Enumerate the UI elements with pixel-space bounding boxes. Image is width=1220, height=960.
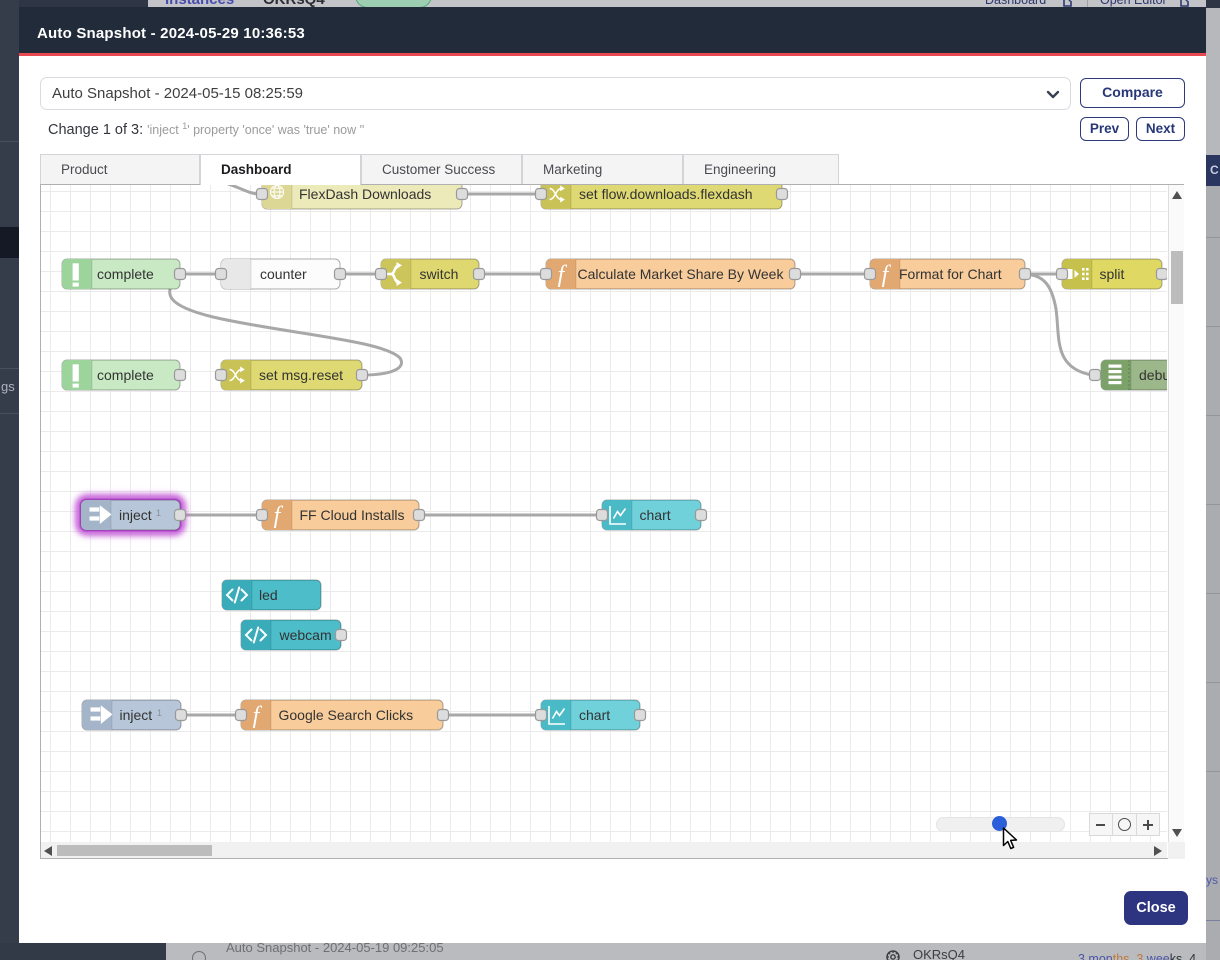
svg-text:set msg.reset: set msg.reset <box>259 367 343 383</box>
svg-text:counter: counter <box>260 266 307 282</box>
svg-text:split: split <box>1100 266 1125 282</box>
svg-text:Calculate Market Share By Week: Calculate Market Share By Week <box>578 266 785 282</box>
svg-text:Google Search Clicks: Google Search Clicks <box>279 707 414 723</box>
svg-text:set flow.downloads.flexdash: set flow.downloads.flexdash <box>579 186 753 202</box>
svg-text:FF Cloud Installs: FF Cloud Installs <box>300 507 405 523</box>
svg-text:FlexDash Downloads: FlexDash Downloads <box>299 186 431 202</box>
svg-text:inject: inject <box>119 507 152 523</box>
svg-text:1: 1 <box>157 708 162 718</box>
svg-text:webcam: webcam <box>279 627 332 643</box>
svg-text:switch: switch <box>420 266 459 282</box>
svg-text:inject: inject <box>120 707 153 723</box>
svg-text:chart: chart <box>640 507 671 523</box>
svg-text:led: led <box>259 587 278 603</box>
svg-text:debug: debug <box>1139 367 1167 383</box>
svg-text:complete: complete <box>97 367 154 383</box>
svg-text:complete: complete <box>97 266 154 282</box>
svg-text:Format for Chart: Format for Chart <box>899 266 1002 282</box>
svg-text:chart: chart <box>579 707 610 723</box>
svg-text:1: 1 <box>156 508 161 518</box>
